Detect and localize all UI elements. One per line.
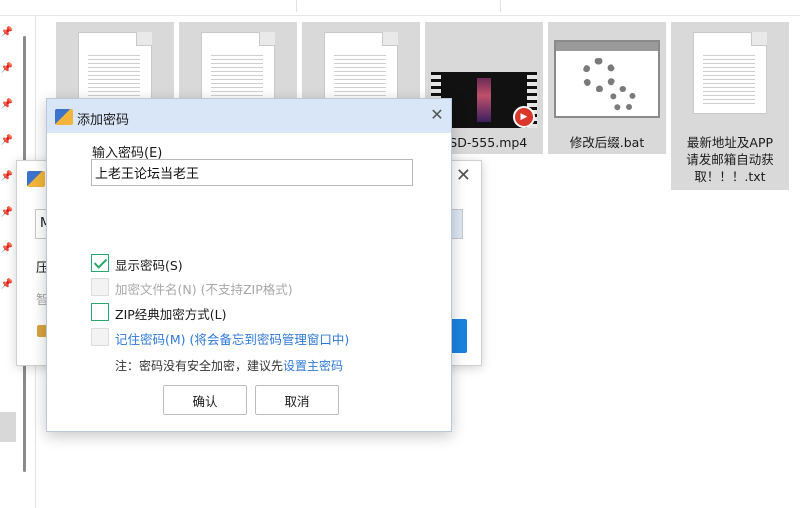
- toolbar-separator: [500, 0, 501, 12]
- dialog-titlebar: 添加密码 ✕: [47, 99, 451, 133]
- show-password-label[interactable]: 显示密码(S): [115, 255, 183, 274]
- remember-password-label[interactable]: 记住密码(M) (将会备忘到密码管理窗口中): [115, 329, 349, 348]
- browse-button[interactable]: [452, 210, 462, 238]
- close-icon[interactable]: ✕: [427, 105, 447, 125]
- document-lines: [334, 52, 386, 104]
- pin-icon[interactable]: 📌: [0, 206, 14, 220]
- batch-file-icon: [554, 40, 660, 118]
- cancel-button[interactable]: 取消: [255, 385, 339, 415]
- file-name: 修改后缀.bat: [569, 135, 645, 150]
- pin-icon[interactable]: 📌: [0, 98, 14, 112]
- file-tile-text[interactable]: 最新地址及APP 请发邮箱自动获 取！！！.txt: [671, 22, 789, 190]
- dialog-title: 添加密码: [77, 113, 130, 128]
- ok-button[interactable]: 确认: [163, 385, 247, 415]
- gear-icon: [610, 86, 636, 112]
- set-master-password-link[interactable]: 设置主密码: [283, 359, 343, 373]
- pin-icon[interactable]: 📌: [0, 62, 14, 76]
- security-note: 注：密码没有安全加密，建议先设置主密码: [115, 357, 343, 374]
- pin-icon[interactable]: 📌: [0, 278, 14, 292]
- document-lines: [88, 52, 140, 104]
- remember-password-checkbox[interactable]: [91, 328, 109, 346]
- pin-icon[interactable]: 📌: [0, 134, 14, 148]
- pin-icon[interactable]: 📌: [0, 170, 14, 184]
- document-lines: [211, 52, 263, 104]
- toolbar-separator: [296, 0, 297, 12]
- zip-classic-checkbox[interactable]: [91, 303, 109, 321]
- pin-icon[interactable]: 📌: [0, 26, 14, 40]
- winrar-icon: [27, 171, 45, 187]
- encrypt-filenames-checkbox: [91, 278, 109, 296]
- file-tile-batch[interactable]: 修改后缀.bat: [548, 22, 666, 154]
- explorer-toolbar-strip: [0, 0, 800, 16]
- document-fold: [751, 32, 767, 46]
- add-password-dialog: 添加密码 ✕ 输入密码(E) 显示密码(S) 加密文件名(N) (不支持ZIP格…: [46, 98, 452, 432]
- document-fold: [136, 32, 152, 46]
- file-name: 最新地址及APP 请发邮箱自动获 取！！！.txt: [686, 135, 774, 184]
- document-fold: [259, 32, 275, 46]
- encrypt-filenames-label: 加密文件名(N) (不支持ZIP格式): [115, 282, 293, 297]
- document-lines: [703, 52, 755, 104]
- password-input[interactable]: [91, 159, 413, 186]
- play-badge-icon: ▶: [513, 106, 535, 128]
- close-icon[interactable]: ✕: [456, 165, 471, 186]
- nav-selected-item[interactable]: [0, 412, 16, 442]
- zip-classic-label[interactable]: ZIP经典加密方式(L): [115, 304, 227, 323]
- winrar-icon: [55, 109, 73, 125]
- batch-window-titlebar: [556, 42, 658, 51]
- pin-icon[interactable]: 📌: [0, 242, 14, 256]
- security-note-text: 注：密码没有安全加密，建议先: [115, 359, 284, 373]
- video-frame-art: [477, 78, 491, 122]
- document-fold: [382, 32, 398, 46]
- gear-icon: [582, 58, 616, 92]
- show-password-checkbox[interactable]: [91, 254, 109, 272]
